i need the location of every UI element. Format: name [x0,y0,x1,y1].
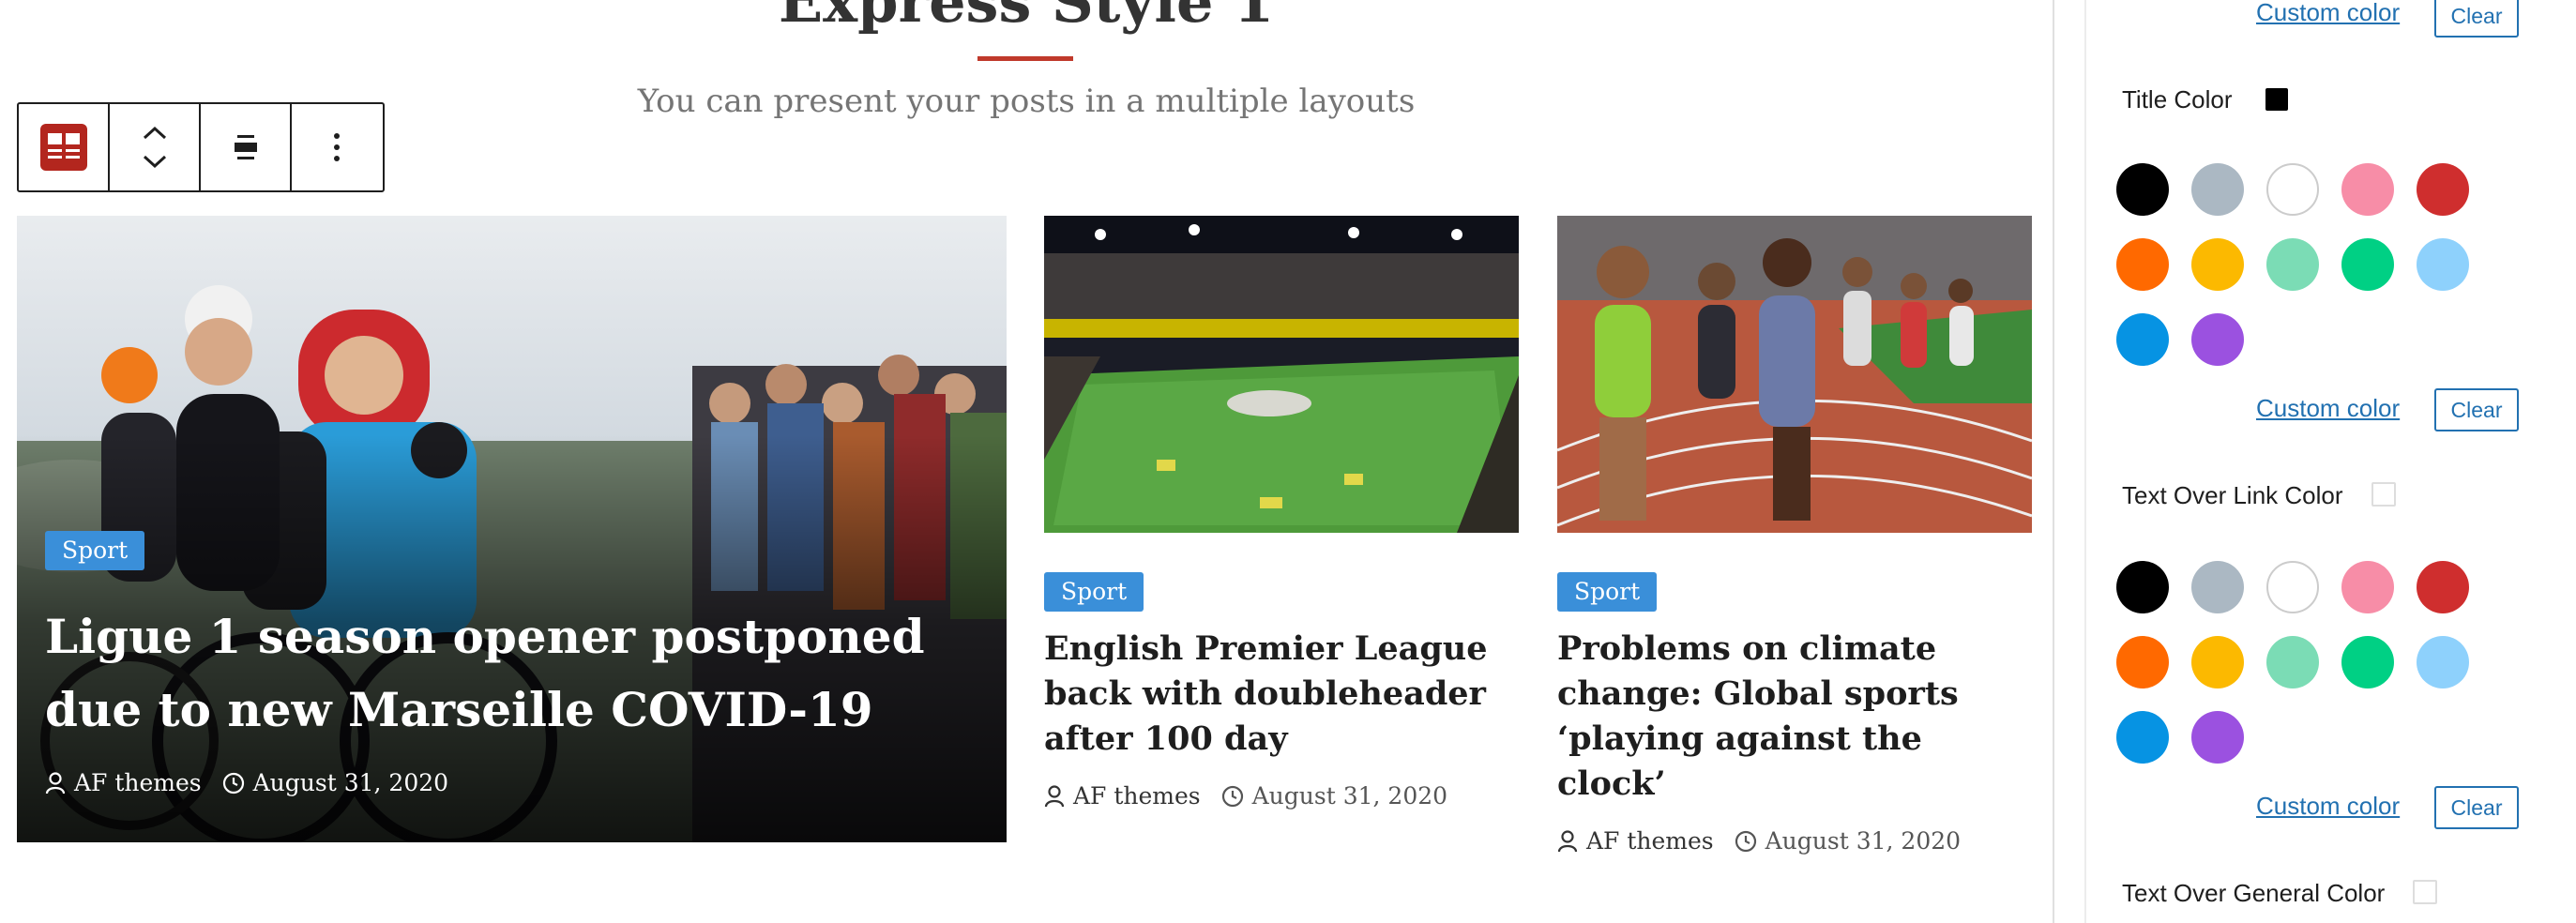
text-over-link-color-indicator [2371,482,2396,507]
editor-canvas: Express Style 1 You can present your pos… [0,0,2053,923]
align-icon [234,135,257,159]
color-swatch-pink[interactable] [2341,561,2394,613]
block-type-button[interactable] [19,104,110,190]
post-card: Sport Problems on climate change: Global… [1557,216,2032,855]
post-meta: AF themes August 31, 2020 [1044,782,1519,810]
user-icon [1557,829,1578,852]
post-meta: AF themes August 31, 2020 [1557,827,2032,855]
color-swatch-gray[interactable] [2191,163,2244,216]
clear-button[interactable]: Clear [2434,786,2519,829]
color-swatch-black[interactable] [2116,561,2169,613]
color-swatch-purple[interactable] [2191,711,2244,764]
clock-icon [222,772,244,794]
color-swatch-white[interactable] [2266,163,2319,216]
custom-color-link[interactable]: Custom color [2256,792,2400,821]
post-date: August 31, 2020 [252,769,449,796]
more-options-button[interactable] [292,104,383,190]
custom-color-link[interactable]: Custom color [2256,394,2400,423]
color-swatch-red[interactable] [2417,561,2469,613]
clock-icon [1221,785,1243,807]
color-swatch-blue[interactable] [2116,711,2169,764]
category-badge[interactable]: Sport [45,531,145,570]
text-over-general-color-label: Text Over General Color [2122,879,2386,907]
color-swatch-blue[interactable] [2116,313,2169,366]
layout-block-icon [39,124,87,171]
color-swatch-light-green[interactable] [2266,238,2319,291]
clear-button[interactable]: Clear [2434,388,2519,431]
settings-sidebar: Custom color Clear Title Color Custom co… [2053,0,2576,923]
category-badge[interactable]: Sport [1557,572,1658,612]
post-title[interactable]: Problems on climate change: Global sport… [1557,627,2032,807]
color-swatch-light-blue[interactable] [2417,636,2469,688]
color-swatch-pink[interactable] [2341,163,2394,216]
block-title: Express Style 1 [778,0,1275,36]
color-swatch-red[interactable] [2417,163,2469,216]
color-swatch-purple[interactable] [2191,313,2244,366]
color-swatch-green[interactable] [2341,636,2394,688]
post-author[interactable]: AF themes [74,769,202,796]
color-swatch-black[interactable] [2116,163,2169,216]
user-icon [45,771,66,794]
post-title[interactable]: English Premier League back with doubleh… [1044,627,1519,762]
color-swatch-amber[interactable] [2191,238,2244,291]
color-swatch-green[interactable] [2341,238,2394,291]
post-author[interactable]: AF themes [1073,782,1201,810]
post-date: August 31, 2020 [1765,827,1962,855]
post-card: Sport English Premier League back with d… [1044,216,1519,810]
color-swatch-amber[interactable] [2191,636,2244,688]
text-over-general-color-indicator [2413,880,2437,904]
color-swatch-gray[interactable] [2191,561,2244,613]
move-up-down-button[interactable] [110,104,201,190]
stadium-image[interactable] [1044,216,1519,533]
post-title[interactable]: Ligue 1 season opener postponed due to n… [45,600,983,747]
runners-image[interactable] [1557,216,2032,533]
color-swatch-orange[interactable] [2116,238,2169,291]
title-color-indicator [2265,88,2288,111]
text-over-link-color-label: Text Over Link Color [2122,481,2343,509]
title-underline [977,56,1073,61]
custom-color-link[interactable]: Custom color [2256,0,2400,27]
more-options-icon [334,133,341,161]
move-up-down-icon [143,126,166,169]
featured-post[interactable]: Sport Ligue 1 season opener postponed du… [17,216,1007,842]
align-button[interactable] [201,104,292,190]
post-date: August 31, 2020 [1251,782,1448,810]
block-toolbar [17,102,385,192]
color-swatch-light-blue[interactable] [2417,238,2469,291]
clear-button[interactable]: Clear [2434,0,2519,38]
post-meta: AF themes August 31, 2020 [45,769,469,796]
color-swatch-white[interactable] [2266,561,2319,613]
category-badge[interactable]: Sport [1044,572,1144,612]
color-swatch-orange[interactable] [2116,636,2169,688]
clock-icon [1735,830,1756,852]
color-swatch-light-green[interactable] [2266,636,2319,688]
title-color-label: Title Color [2122,85,2233,113]
user-icon [1044,784,1065,807]
post-author[interactable]: AF themes [1586,827,1714,855]
